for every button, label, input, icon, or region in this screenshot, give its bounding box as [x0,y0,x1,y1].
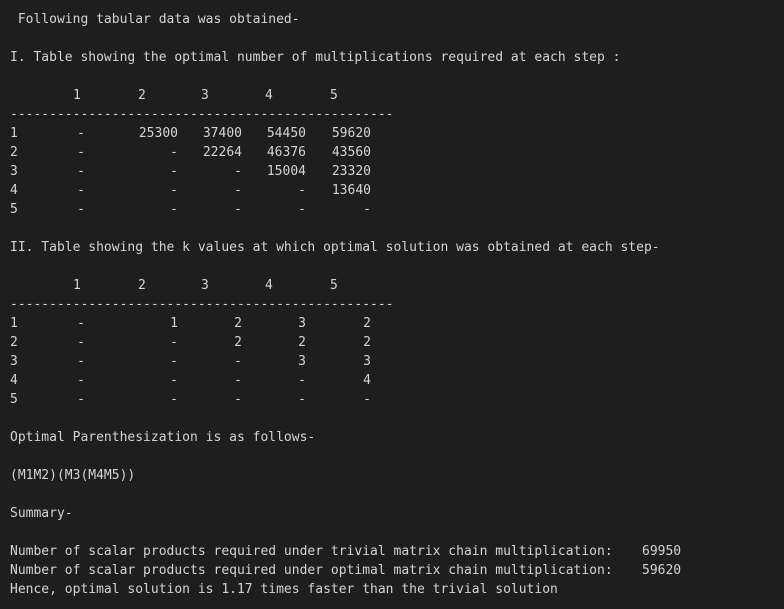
table2-cell: - [298,392,306,407]
table2-row-label: 3 [10,354,18,369]
table1-cell: - [77,145,85,160]
table2-cell: 3 [363,354,371,369]
table1-cell: - [363,202,371,217]
table2-column-header: 5 [330,278,338,293]
table1-cell: - [234,202,242,217]
table1-cell: - [77,164,85,179]
table1-cell: 23320 [331,164,371,179]
table2-heading: II. Table showing the k values at which … [10,240,660,255]
summary-trivial-value: 69950 [642,544,682,559]
table2-cell: - [170,392,178,407]
table1-cell: 54450 [266,126,306,141]
table2-cell: - [77,316,85,331]
table1-row-label: 5 [10,202,18,217]
table2-row-label: 2 [10,335,18,350]
table1-cell: 46376 [266,145,306,160]
summary-heading: Summary- [10,506,73,521]
table1-cell: 25300 [138,126,178,141]
summary-conclusion: Hence, optimal solution is 1.17 times fa… [10,582,558,597]
table2-cell: - [234,354,242,369]
table1-cell: - [170,183,178,198]
table2-cell: - [170,335,178,350]
table2-cell: 2 [234,335,242,350]
table1-cell: - [77,202,85,217]
table1-cell: - [170,202,178,217]
summary-optimal-value: 59620 [642,563,682,578]
table1-cell: - [298,183,306,198]
table2-divider: ----------------------------------------… [10,297,394,312]
table2-cell: 2 [298,335,306,350]
table1-cell: 22264 [202,145,242,160]
table1-column-header: 2 [138,88,146,103]
table1-row-label: 1 [10,126,18,141]
table2-cell: - [298,373,306,388]
table1-cell: 59620 [331,126,371,141]
table2-cell: - [77,354,85,369]
table2-cell: - [77,392,85,407]
parenthesization-heading: Optimal Parenthesization is as follows- [10,430,316,445]
table2-cell: - [77,373,85,388]
table2-column-header: 1 [73,278,81,293]
summary-trivial-label: Number of scalar products required under… [10,544,613,559]
table1-row-label: 4 [10,183,18,198]
table1-column-header: 4 [265,88,273,103]
table1-heading: I. Table showing the optimal number of m… [10,50,621,65]
table2-cell: 1 [170,316,178,331]
table2-cell: - [234,373,242,388]
table2-row-label: 5 [10,392,18,407]
table2-column-header: 4 [265,278,273,293]
table1-cell: 13640 [331,183,371,198]
table2-row-label: 4 [10,373,18,388]
table1-cell: - [234,183,242,198]
table1-cell: - [77,126,85,141]
table1-cell: 15004 [266,164,306,179]
table1-column-header: 1 [73,88,81,103]
console-output: { "intro": " Following tabular data was … [0,0,784,609]
table1-cell: - [77,183,85,198]
table1-cell: - [298,202,306,217]
table2-cell: - [170,373,178,388]
table2-column-header: 2 [138,278,146,293]
table2-cell: 2 [363,335,371,350]
table2-row-label: 1 [10,316,18,331]
table1-row-label: 2 [10,145,18,160]
table2-column-header: 3 [201,278,209,293]
table1-column-header: 3 [201,88,209,103]
table1-divider: ----------------------------------------… [10,107,394,122]
table1-cell: - [170,164,178,179]
table1-row-label: 3 [10,164,18,179]
table2-cell: 4 [363,373,371,388]
table2-cell: - [170,354,178,369]
intro-text: Following tabular data was obtained- [10,12,300,27]
table1-cell: 37400 [202,126,242,141]
table1-cell: - [170,145,178,160]
table2-cell: - [363,392,371,407]
table2-cell: 2 [234,316,242,331]
table2-cell: 3 [298,354,306,369]
table1-cell: - [234,164,242,179]
summary-optimal-label: Number of scalar products required under… [10,563,613,578]
table2-cell: 3 [298,316,306,331]
table1-cell: 43560 [331,145,371,160]
parenthesization-value: (M1M2)(M3(M4M5)) [10,468,136,483]
table2-cell: - [234,392,242,407]
table2-cell: 2 [363,316,371,331]
table2-cell: - [77,335,85,350]
table1-column-header: 5 [330,88,338,103]
